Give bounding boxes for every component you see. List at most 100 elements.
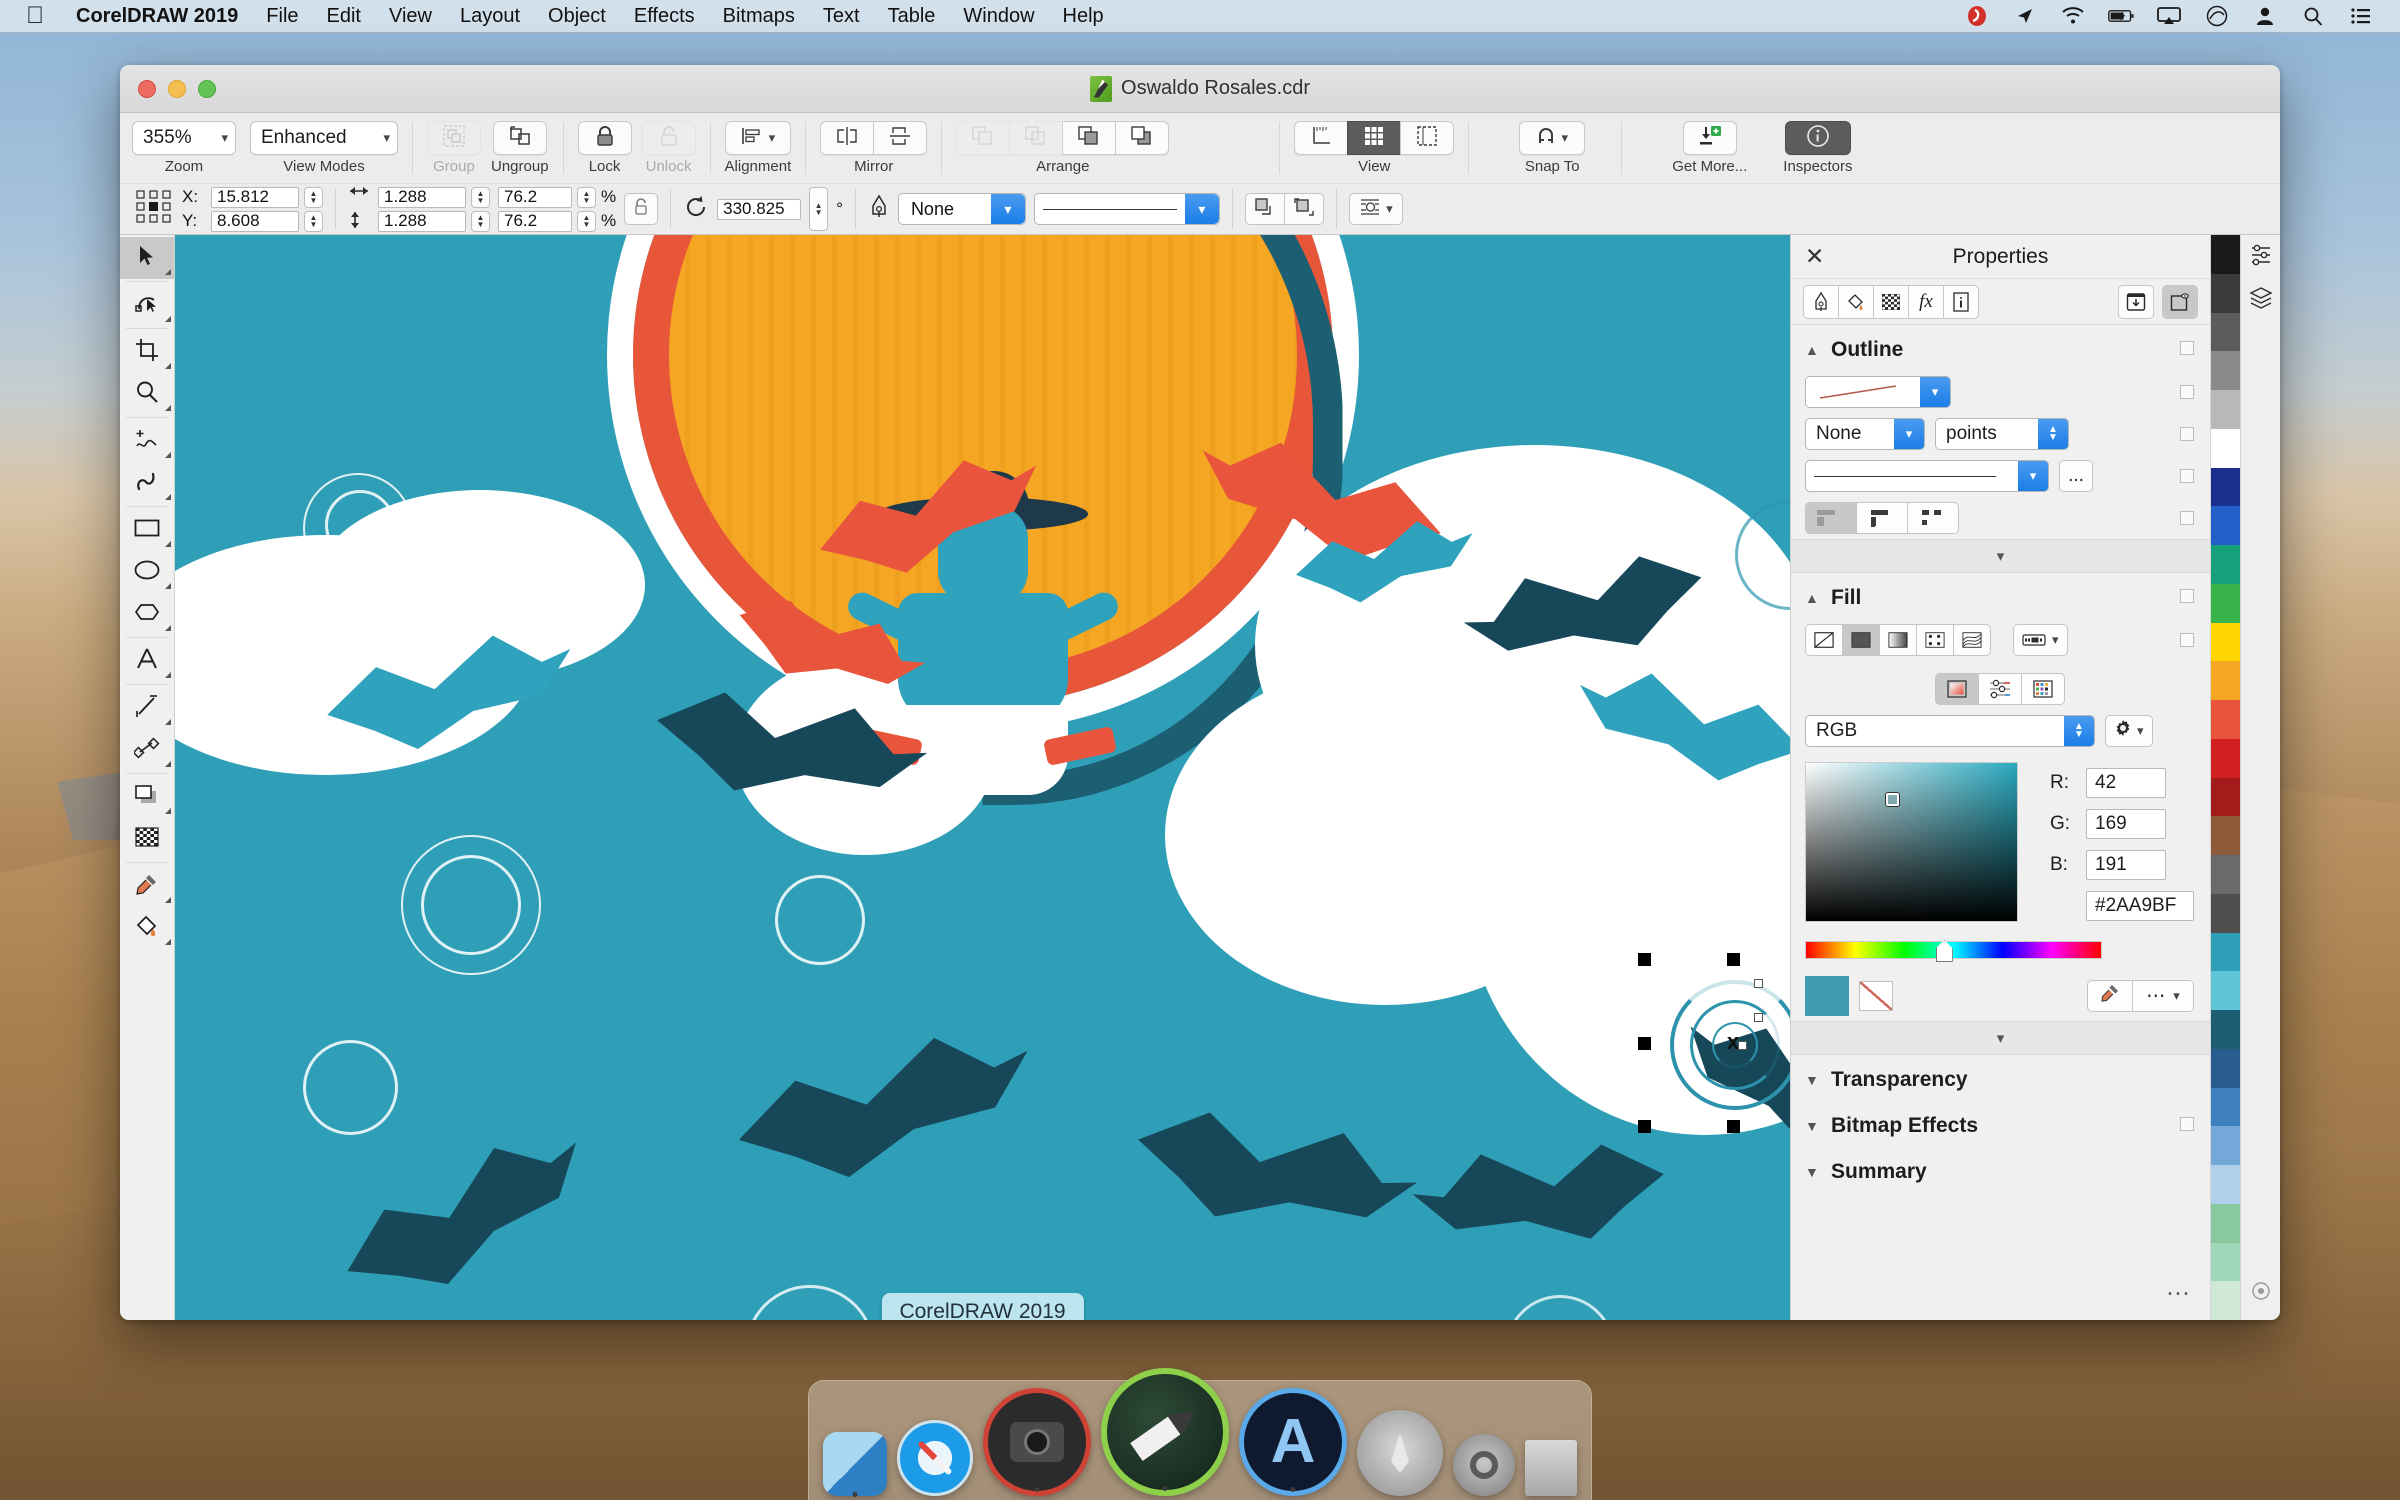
node-marker-2[interactable] [1754,1013,1763,1022]
lock-button[interactable] [577,121,632,155]
uniform-fill-button[interactable] [1842,624,1880,656]
lock-ratio-button[interactable] [624,193,659,225]
send-to-back-button[interactable] [1009,121,1064,155]
menu-item-object[interactable]: Object [534,5,620,28]
rotation-stepper[interactable]: ▲ ▼ [809,187,829,231]
transparency-section-header[interactable]: ▼ Transparency [1791,1055,2210,1101]
inspector-overflow-dots[interactable]: ⋯ [1791,1279,2210,1320]
flyout-arrow-icon[interactable] [165,405,171,411]
flyout-arrow-icon[interactable] [165,494,171,500]
outline-width-combo[interactable]: None ▾ [1805,418,1925,450]
summary-tab[interactable] [1943,284,1979,319]
fill-settings-button[interactable]: ▾ [2013,624,2068,656]
outline-pen-icon[interactable] [868,194,890,225]
photo-booth-icon[interactable] [983,1388,1091,1496]
outline-section-header[interactable]: ▲ Outline [1791,325,2210,371]
inspectors-button[interactable] [1784,121,1851,155]
outline-color-checkbox[interactable] [2180,385,2194,399]
flyout-arrow-icon[interactable] [165,363,171,369]
wifi-icon[interactable] [2060,4,2086,28]
ellipse-tool[interactable] [120,551,174,593]
mirror-horizontal-prop-button[interactable] [1244,193,1285,225]
height-input[interactable]: 1.288 [378,210,466,232]
search-icon[interactable] [2300,4,2326,28]
y-stepper[interactable]: ▲ ▼ [304,210,323,232]
forward-one-button[interactable] [1062,121,1117,155]
apple-logo-icon[interactable]:  [0,4,62,28]
scale-height-input[interactable]: 76.2 [498,210,572,232]
no-fill-button[interactable] [1805,624,1843,656]
launchpad-icon[interactable] [1357,1410,1443,1496]
guides-button[interactable] [1400,121,1455,155]
flyout-arrow-icon[interactable] [165,808,171,814]
get-more-button[interactable] [1682,121,1737,155]
color-palette[interactable] [2210,235,2240,1320]
flyout-arrow-icon[interactable] [165,541,171,547]
b-input[interactable]: 191 [2086,850,2166,880]
corner-default-button[interactable] [1805,502,1857,534]
rotate-icon[interactable] [683,194,709,225]
x-input[interactable]: 15.812 [211,186,299,208]
transparency-tool[interactable] [120,818,174,860]
menu-item-view[interactable]: View [375,5,446,28]
menu-item-help[interactable]: Help [1049,5,1118,28]
fountain-fill-button[interactable] [1879,624,1917,656]
selection-handle-s[interactable] [1727,1120,1740,1133]
menu-item-effects[interactable]: Effects [620,5,709,28]
group-button[interactable] [427,121,481,155]
antivirus-icon[interactable] [1964,4,1990,28]
selection-handle-n[interactable] [1727,953,1740,966]
selection-handle-sw[interactable] [1638,1120,1651,1133]
rotation-input[interactable]: 330.825 [717,198,802,220]
scale-width-stepper[interactable]: ▲ ▼ [577,186,596,208]
fill-section-header[interactable]: ▲ Fill [1791,573,2210,619]
battery-charging-icon[interactable] [2108,4,2134,28]
after-effects-icon[interactable]: A [1239,1388,1347,1496]
flyout-arrow-icon[interactable] [165,269,171,275]
finder-icon[interactable] [823,1432,887,1497]
eyedropper-button[interactable] [2087,980,2133,1012]
hex-input[interactable]: #2AA9BF [2086,891,2194,921]
coreldraw-icon[interactable] [1101,1368,1229,1496]
width-stepper[interactable]: ▲ ▼ [471,186,490,208]
mirror-vertical-button[interactable] [873,121,928,155]
outline-more-button[interactable]: ... [2059,460,2093,492]
width-input[interactable]: 1.288 [378,186,466,208]
flyout-arrow-icon[interactable] [165,672,171,678]
menu-item-bitmaps[interactable]: Bitmaps [709,5,809,28]
menu-app-name[interactable]: CorelDRAW 2019 [62,5,252,28]
hue-slider-thumb[interactable] [1935,940,1953,962]
color-picker-mode-button[interactable] [1934,673,1979,705]
flyout-arrow-icon[interactable] [165,761,171,767]
color-sliders-mode-button[interactable] [1977,673,2022,705]
artistic-media-tool[interactable] [120,462,174,504]
flyout-arrow-icon[interactable] [165,719,171,725]
rectangle-tool[interactable] [120,509,174,551]
fill-settings-gear-button[interactable]: ▾ [2105,715,2153,747]
menu-item-layout[interactable]: Layout [446,5,534,28]
scale-width-input[interactable]: 76.2 [498,186,572,208]
grid-button[interactable] [1347,121,1402,155]
flyout-arrow-icon[interactable] [165,897,171,903]
alignment-button[interactable]: ▾ [724,121,791,155]
polygon-tool[interactable] [120,593,174,635]
control-center-icon[interactable] [2348,4,2374,28]
outline-units-combo[interactable]: points ▲ ▼ [1935,418,2069,450]
crop-tool[interactable] [120,331,174,373]
shape-tool[interactable] [120,284,174,326]
color-model-combo[interactable]: RGB ▲ ▼ [1805,715,2095,747]
summary-section-header[interactable]: ▼ Summary [1791,1147,2210,1193]
corner-round-button[interactable] [1856,502,1908,534]
bitmap-effects-section-header[interactable]: ▼ Bitmap Effects [1791,1101,2210,1147]
outline-style-combo[interactable]: ▾ [1805,460,2049,492]
safari-icon[interactable] [897,1420,973,1496]
airplay-icon[interactable] [2156,4,2182,28]
fill-tab[interactable] [1838,284,1874,319]
outline-section-checkbox[interactable] [2180,341,2194,355]
outline-color-combo[interactable]: ▾ [1805,376,1951,408]
g-input[interactable]: 169 [2086,809,2166,839]
location-arrow-icon[interactable] [2012,4,2038,28]
text-tool[interactable] [120,640,174,682]
fill-section-checkbox[interactable] [2180,589,2194,603]
properties-tab-icon[interactable] [2249,243,2273,272]
